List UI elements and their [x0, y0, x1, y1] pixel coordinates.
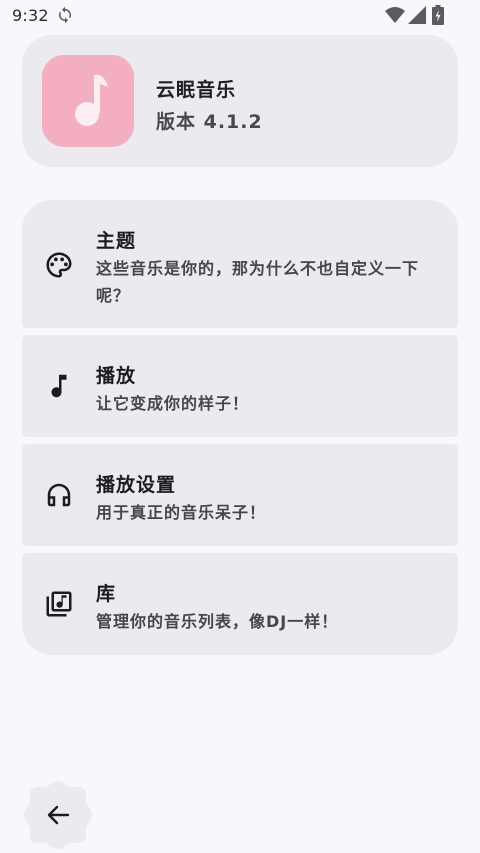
menu-item-subtitle: 这些音乐是你的，那为什么不也自定义一下呢？: [96, 259, 420, 305]
signal-icon: [408, 6, 426, 24]
app-logo: [42, 55, 134, 147]
menu-item-subtitle: 让它变成你的样子！: [96, 394, 250, 413]
app-info-card: 云眠音乐 版本 4.1.2: [22, 35, 458, 167]
arrow-back-icon: [47, 805, 70, 825]
menu-item-title: 主题: [96, 230, 137, 252]
palette-icon: [44, 250, 74, 280]
back-button[interactable]: [22, 779, 94, 851]
music-note-icon: [75, 75, 108, 126]
menu-item-subtitle: 用于真正的音乐呆子！: [96, 503, 267, 522]
menu-item-playback-settings[interactable]: 播放设置 用于真正的音乐呆子！: [22, 444, 458, 546]
headphones-icon: [44, 480, 74, 510]
app-version: 版本 4.1.2: [156, 111, 263, 133]
wifi-icon: [385, 7, 405, 23]
menu-item-library[interactable]: 库 管理你的音乐列表，像DJ一样！: [22, 553, 458, 655]
menu-item-playback[interactable]: 播放 让它变成你的样子！: [22, 335, 458, 437]
menu-item-title: 播放: [96, 365, 137, 387]
music-note-icon: [44, 371, 74, 401]
battery-charging-icon: [432, 5, 444, 25]
app-name: 云眠音乐: [156, 79, 237, 101]
status-time: 9:32: [12, 6, 49, 25]
menu-item-theme[interactable]: 主题 这些音乐是你的，那为什么不也自定义一下呢？: [22, 200, 458, 328]
menu-item-subtitle: 管理你的音乐列表，像DJ一样！: [96, 612, 339, 631]
menu-item-title: 库: [96, 583, 117, 605]
sync-icon: [56, 6, 74, 24]
menu-item-title: 播放设置: [96, 474, 177, 496]
status-bar: 9:32: [0, 0, 480, 32]
library-music-icon: [44, 589, 74, 619]
